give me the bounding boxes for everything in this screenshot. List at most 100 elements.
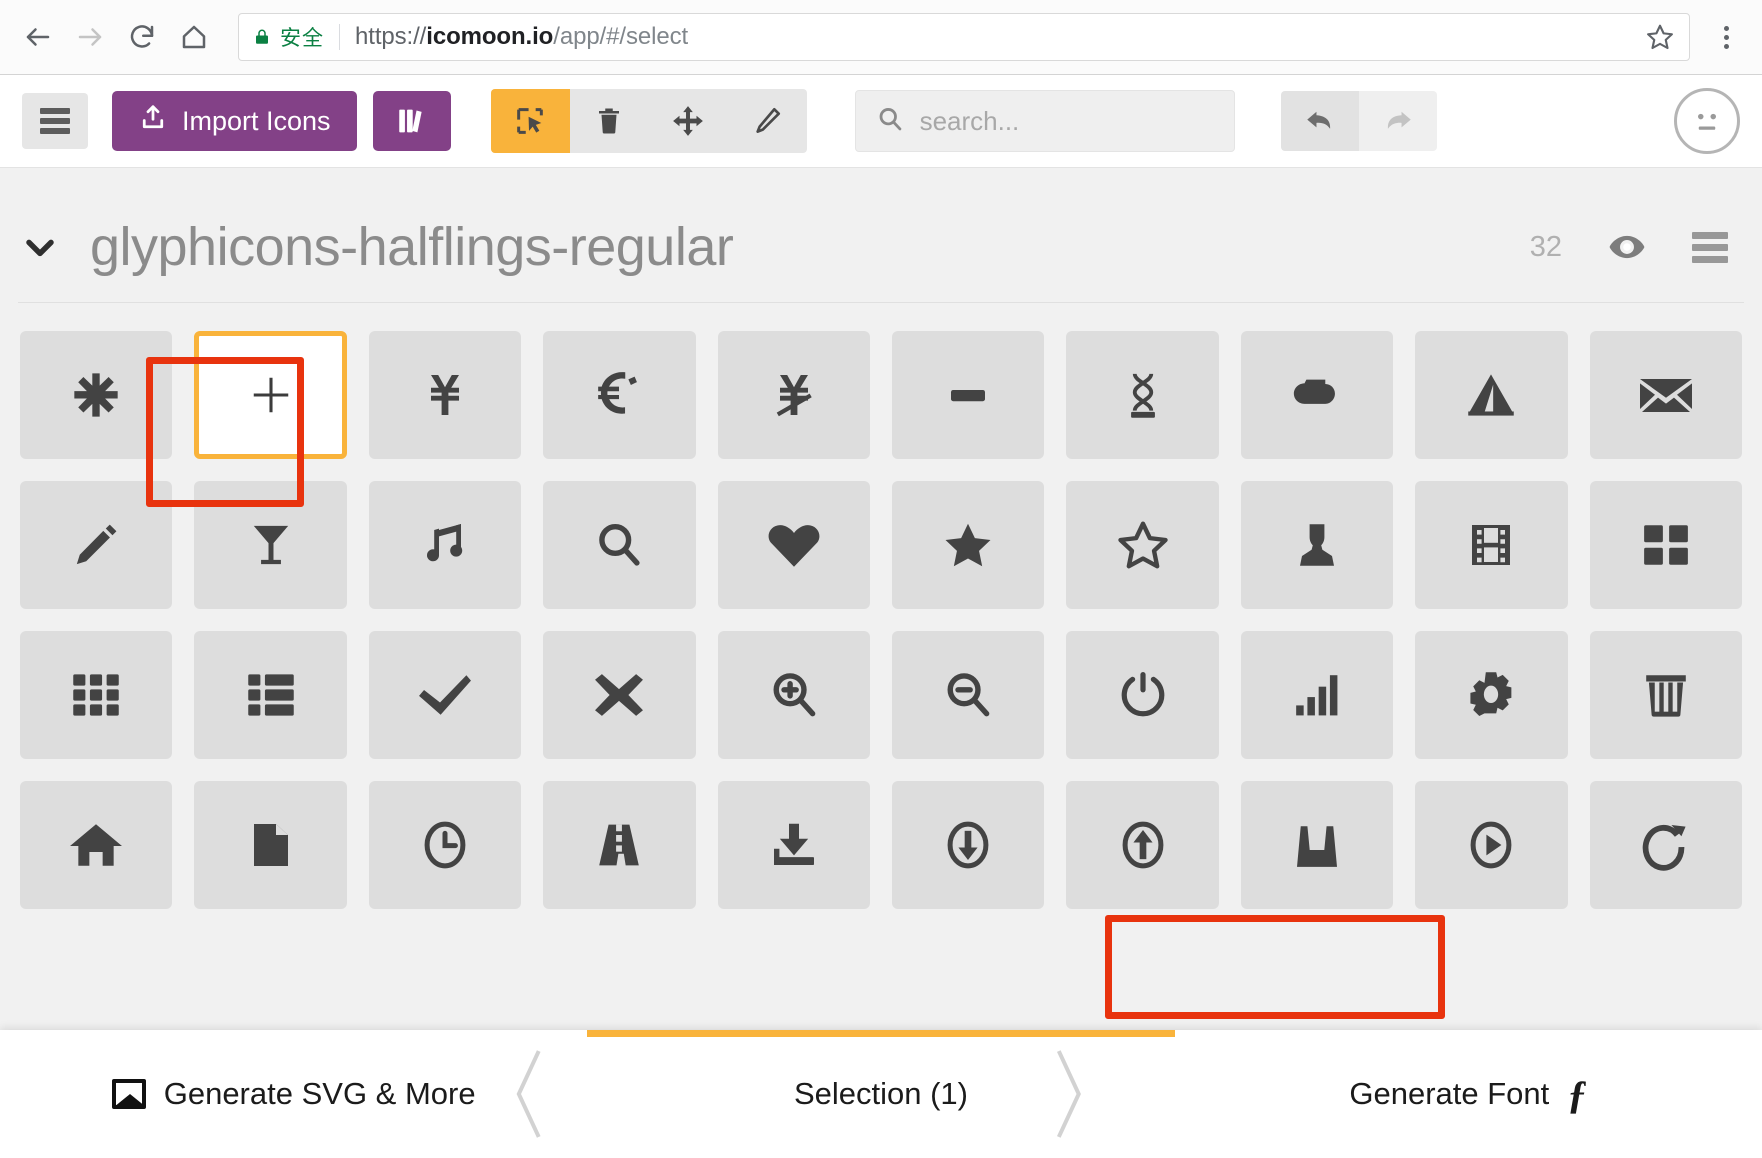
menu-line — [1692, 243, 1728, 251]
icon-cell-cog[interactable] — [1415, 631, 1568, 759]
icon-cell-pencil[interactable] — [20, 481, 173, 609]
pencil-icon — [77, 524, 117, 565]
icon-cell-check[interactable] — [368, 631, 522, 759]
icon-cell-zoom-in[interactable] — [717, 631, 870, 759]
icon-cell-cloud[interactable] — [1240, 331, 1394, 459]
star-icon[interactable] — [1633, 22, 1675, 52]
main-menu-button[interactable] — [22, 93, 88, 149]
icon-cell-inbox[interactable] — [1240, 781, 1394, 909]
paperclip-icon — [1130, 373, 1155, 418]
home-icon[interactable] — [170, 13, 218, 61]
dot — [1723, 43, 1729, 49]
icon-cell-file[interactable] — [194, 781, 347, 909]
star-icon — [945, 523, 991, 567]
redo-button[interactable] — [1358, 91, 1437, 151]
icon-cell-th-grid[interactable] — [20, 631, 173, 759]
delete-tool-button[interactable] — [570, 89, 649, 153]
th-list-icon — [247, 674, 294, 716]
icon-cell-film[interactable] — [1415, 481, 1568, 609]
trash-icon — [599, 108, 620, 134]
icon-cell-star-empty[interactable] — [1066, 481, 1219, 609]
font-f-glyph-icon: ƒ — [1567, 1071, 1588, 1117]
icon-cell-minus[interactable] — [891, 331, 1045, 459]
icon-cell-music[interactable] — [368, 481, 522, 609]
icon-cell-refresh[interactable] — [1589, 781, 1742, 909]
chevron-down-icon[interactable] — [18, 225, 62, 269]
icon-cell-ruble[interactable] — [717, 331, 870, 459]
icon-cell-star[interactable] — [891, 481, 1045, 609]
euro-icon — [598, 372, 638, 414]
cursor-select-icon — [517, 108, 543, 134]
import-icons-label: Import Icons — [182, 105, 331, 136]
icon-cell-th-large[interactable] — [1589, 481, 1742, 609]
icon-cell-download[interactable] — [891, 781, 1045, 909]
forward-arrow-icon[interactable] — [66, 13, 114, 61]
music-icon — [426, 524, 463, 562]
address-bar[interactable]: 安全 https://icomoon.io/app/#/select — [238, 13, 1690, 61]
cog-icon — [1470, 672, 1512, 717]
user-icon — [1299, 524, 1334, 566]
import-icons-button[interactable]: Import Icons — [112, 91, 357, 151]
set-options-menu-icon[interactable] — [1692, 231, 1728, 263]
search-input[interactable] — [919, 105, 1214, 137]
icon-cell-th-list[interactable] — [194, 631, 347, 759]
icon-cell-tent[interactable] — [1415, 331, 1568, 459]
import-upload-icon — [138, 103, 168, 140]
hamburger-line — [40, 118, 70, 124]
pencil-icon — [756, 107, 781, 133]
tent-icon — [1468, 374, 1515, 416]
icon-cell-time[interactable] — [368, 781, 522, 909]
icon-cell-download-alt[interactable] — [717, 781, 870, 909]
icon-cell-envelope[interactable] — [1589, 331, 1742, 459]
icon-cell-heart[interactable] — [717, 481, 870, 609]
select-tool-button[interactable] — [490, 89, 570, 153]
icon-cell-paperclip[interactable] — [1066, 331, 1219, 459]
icon-cell-yen[interactable] — [368, 331, 522, 459]
menu-line — [1692, 231, 1728, 239]
omnibox-divider — [339, 24, 340, 50]
undo-button[interactable] — [1280, 91, 1359, 151]
icon-cell-play-circle[interactable] — [1415, 781, 1568, 909]
dot — [1723, 25, 1729, 31]
avatar[interactable] — [1674, 88, 1740, 154]
undo-arrow-icon — [1306, 111, 1330, 129]
eye-icon[interactable] — [1608, 234, 1646, 260]
icon-cell-signal[interactable] — [1240, 631, 1394, 759]
reload-icon[interactable] — [118, 13, 166, 61]
edit-tool-button[interactable] — [728, 89, 807, 153]
app-toolbar: Import Icons — [0, 75, 1762, 168]
icon-cell-home[interactable] — [20, 781, 173, 909]
icon-cell-trash[interactable] — [1589, 631, 1742, 759]
cloud-icon — [1293, 379, 1335, 404]
icon-cell-asterisk[interactable] — [20, 331, 173, 459]
icon-cell-plus[interactable] — [194, 331, 347, 459]
envelope-icon — [1639, 379, 1692, 412]
url-host: icomoon.io — [426, 23, 554, 50]
three-dot-menu-icon[interactable] — [1704, 13, 1748, 61]
icon-set-panel: glyphicons-halflings-regular 32 — [0, 168, 1762, 909]
icon-cell-user[interactable] — [1240, 481, 1394, 609]
icon-cell-euro[interactable] — [543, 331, 696, 459]
th-large-icon — [1643, 525, 1688, 565]
check-icon — [419, 675, 471, 715]
upload-icon — [1122, 821, 1164, 869]
search-box[interactable] — [854, 90, 1235, 152]
selection-label: Selection (1) — [793, 1076, 968, 1111]
icon-cell-remove[interactable] — [543, 631, 696, 759]
back-arrow-icon[interactable] — [14, 13, 62, 61]
icon-cell-zoom-out[interactable] — [891, 631, 1045, 759]
icon-cell-power-off[interactable] — [1066, 631, 1219, 759]
neutral-face-icon — [1698, 113, 1716, 130]
icon-library-button[interactable] — [372, 91, 451, 151]
play-circle-icon — [1470, 821, 1512, 869]
icon-cell-road[interactable] — [543, 781, 696, 909]
move-tool-button[interactable] — [649, 89, 728, 153]
plus-icon — [253, 377, 288, 413]
generate-font-button[interactable]: Generate Font ƒ — [1175, 1030, 1762, 1158]
books-icon — [398, 109, 422, 133]
generate-svg-label: Generate SVG & More — [163, 1076, 476, 1111]
icon-cell-upload[interactable] — [1066, 781, 1219, 909]
icon-cell-search[interactable] — [543, 481, 696, 609]
icon-cell-glass[interactable] — [194, 481, 347, 609]
film-icon — [1472, 525, 1511, 565]
